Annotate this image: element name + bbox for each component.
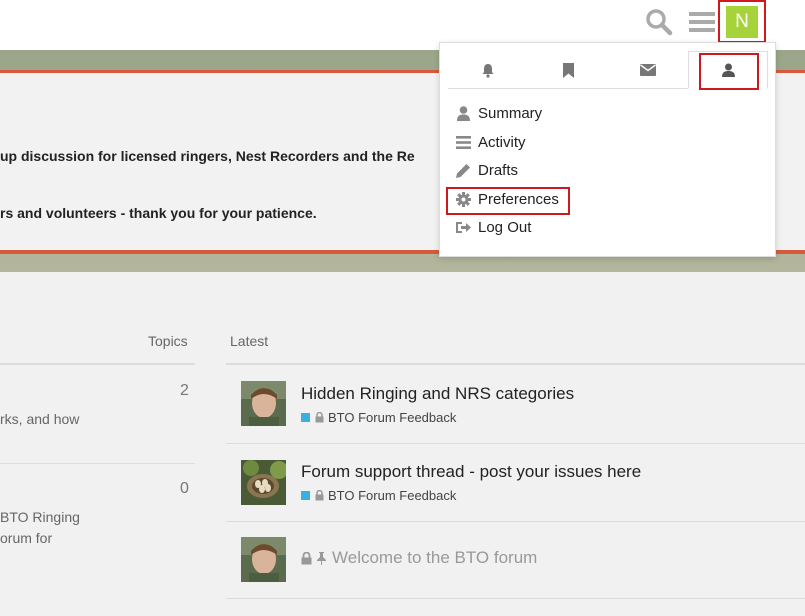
topic-title-row[interactable]: Welcome to the BTO forum (301, 548, 537, 568)
topics-column-header: Topics (148, 333, 188, 349)
user-avatar[interactable] (241, 460, 286, 505)
topic-category-badge[interactable]: BTO Forum Feedback (301, 410, 456, 425)
tab-notifications[interactable] (448, 51, 528, 89)
topic-title-link[interactable]: Hidden Ringing and NRS categories (301, 384, 574, 404)
search-icon (646, 9, 673, 36)
topic-category-name[interactable]: BTO Forum Feedback (328, 488, 456, 503)
menu-item-label: Drafts (478, 161, 519, 179)
avatar[interactable]: N (726, 5, 758, 38)
category-description: rks, and how (0, 411, 80, 427)
tab-messages[interactable] (608, 51, 688, 89)
category-row-divider (0, 463, 195, 464)
category-color-swatch (301, 413, 310, 422)
active-tab-highlight (699, 53, 759, 90)
category-description: orum for (0, 530, 53, 546)
lock-icon (315, 412, 324, 423)
hamburger-icon (689, 12, 715, 32)
latest-topic-row[interactable]: Welcome to the BTO forum (230, 522, 805, 598)
envelope-icon (640, 64, 656, 76)
category-description: BTO Ringing (0, 509, 80, 525)
user-avatar[interactable] (241, 381, 286, 426)
category-color-swatch (301, 491, 310, 500)
banner-text-line-2: rs and volunteers - thank you for your p… (0, 205, 317, 221)
search-button[interactable] (643, 6, 675, 38)
sign-out-icon (454, 218, 472, 236)
latest-column-header: Latest (230, 333, 269, 349)
topic-title-link[interactable]: Welcome to the BTO forum (332, 548, 537, 568)
latest-topic-row[interactable]: Hidden Ringing and NRS categories BTO Fo… (230, 370, 805, 443)
topic-row-divider (226, 598, 805, 599)
user-menu-panel: Summary Activity Drafts Preferences Log … (439, 42, 776, 257)
menu-item-label: Activity (478, 133, 526, 151)
bookmark-icon (562, 62, 574, 78)
lock-icon (301, 551, 312, 564)
user-icon (454, 104, 472, 122)
latest-header-divider (226, 363, 805, 365)
menu-item-drafts[interactable]: Drafts (454, 158, 518, 182)
pencil-icon (454, 161, 472, 179)
tab-bookmarks[interactable] (528, 51, 608, 89)
topic-title-link[interactable]: Forum support thread - post your issues … (301, 462, 641, 482)
category-topic-count: 2 (180, 382, 189, 399)
categories-header-divider (0, 363, 195, 365)
hamburger-menu-button[interactable] (686, 6, 718, 38)
bell-icon (482, 63, 494, 78)
lock-icon (315, 490, 324, 501)
latest-topic-row[interactable]: Forum support thread - post your issues … (230, 444, 805, 521)
pin-icon (317, 551, 326, 565)
topic-category-badge[interactable]: BTO Forum Feedback (301, 488, 456, 503)
menu-item-logout[interactable]: Log Out (454, 215, 531, 239)
topic-category-name[interactable]: BTO Forum Feedback (328, 410, 456, 425)
preferences-highlight (446, 187, 570, 215)
menu-item-label: Summary (478, 104, 543, 122)
list-icon (454, 133, 472, 151)
menu-item-label: Log Out (478, 218, 532, 236)
banner-text-line-1: up discussion for licensed ringers, Nest… (0, 148, 415, 164)
category-topic-count: 0 (180, 480, 189, 497)
user-avatar[interactable] (241, 537, 286, 582)
menu-item-activity[interactable]: Activity (454, 130, 526, 154)
menu-item-summary[interactable]: Summary (454, 101, 542, 125)
current-user-button[interactable]: N (718, 0, 766, 43)
